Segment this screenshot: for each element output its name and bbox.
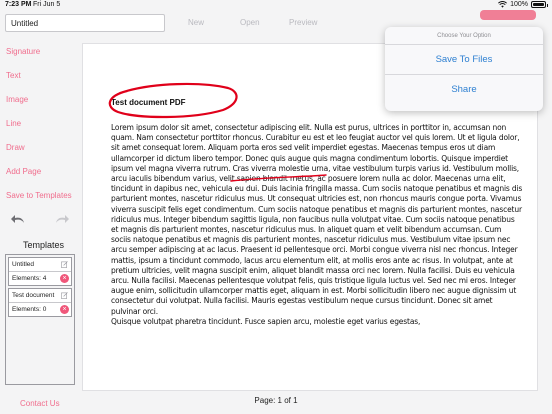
status-time: 7:23 PM — [5, 1, 32, 8]
template-card[interactable]: Untitled Elements: 4 × — [8, 257, 72, 286]
template-name-row: Untitled — [9, 258, 71, 272]
sidebar-item-signature[interactable]: Signature — [6, 47, 40, 56]
template-elements-row: Elements: 4 × — [9, 272, 71, 286]
delete-icon[interactable]: × — [60, 305, 69, 314]
battery-percent: 100% — [510, 1, 528, 8]
sidebar-item-text[interactable]: Text — [6, 71, 21, 80]
save-to-files-button[interactable]: Save To Files — [385, 45, 543, 75]
share-options-popover: Choose Your Option Save To Files Share — [385, 27, 543, 111]
sidebar-item-line[interactable]: Line — [6, 119, 21, 128]
sidebar-item-image[interactable]: Image — [6, 95, 28, 104]
template-name: Untitled — [12, 261, 35, 268]
preview-button[interactable]: Preview — [289, 18, 317, 27]
new-button[interactable]: New — [188, 18, 204, 27]
sidebar-item-draw[interactable]: Draw — [6, 143, 25, 152]
document-heading[interactable]: Test document PDF — [111, 98, 186, 107]
body-paragraph: Lorem ipsum dolor sit amet, consectetur … — [111, 123, 523, 316]
undo-icon[interactable] — [10, 214, 26, 224]
share-pdf-button[interactable] — [480, 10, 536, 20]
template-name-row: Test document — [9, 289, 71, 303]
status-bar: 7:23 PM Fri Jun 5 100% — [0, 0, 552, 12]
popover-header: Choose Your Option — [385, 27, 543, 45]
document-title-input[interactable] — [5, 14, 165, 32]
delete-icon[interactable]: × — [60, 274, 69, 283]
edit-icon[interactable] — [61, 292, 68, 299]
redo-icon[interactable] — [54, 214, 70, 224]
template-card[interactable]: Test document Elements: 0 × — [8, 288, 72, 317]
wifi-icon — [498, 1, 508, 8]
status-right: 100% — [498, 1, 548, 8]
document-body[interactable]: Lorem ipsum dolor sit amet, consectetur … — [111, 123, 523, 327]
template-elements: Elements: 0 — [12, 306, 47, 313]
sidebar-item-save-to-templates[interactable]: Save to Templates — [6, 191, 72, 200]
template-elements: Elements: 4 — [12, 275, 47, 282]
status-date: Fri Jun 5 — [33, 1, 61, 8]
sidebar-item-add-page[interactable]: Add Page — [6, 167, 41, 176]
open-button[interactable]: Open — [240, 18, 260, 27]
template-elements-row: Elements: 0 × — [9, 303, 71, 317]
body-paragraph: Quisque volutpat pharetra tincidunt. Fus… — [111, 316, 421, 326]
edit-icon[interactable] — [61, 261, 68, 268]
templates-list: Untitled Elements: 4 × Test document Ele… — [5, 254, 75, 385]
template-name: Test document — [12, 292, 55, 299]
battery-icon — [531, 1, 548, 8]
share-button[interactable]: Share — [385, 75, 543, 105]
page-indicator: Page: 1 of 1 — [254, 396, 298, 405]
templates-title: Templates — [23, 240, 65, 250]
